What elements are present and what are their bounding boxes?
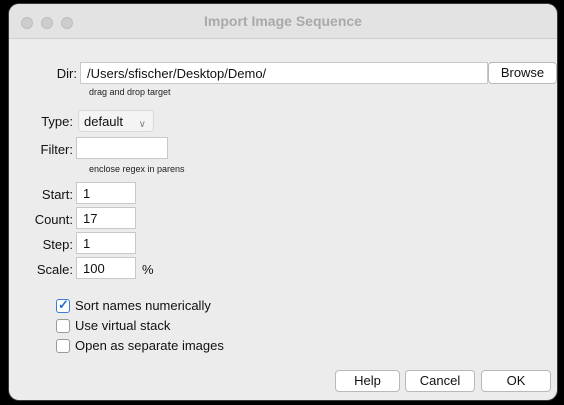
chevron-down-icon: ∨ [138, 119, 146, 130]
start-label: Start: [41, 187, 73, 202]
dir-field[interactable]: /Users/sfischer/Desktop/Demo/ [80, 62, 488, 84]
virtual-stack-checkbox[interactable] [56, 319, 70, 333]
type-select-value: default [84, 114, 124, 129]
ok-button[interactable]: OK [481, 370, 551, 392]
window-title: Import Image Sequence [204, 13, 362, 29]
filter-field[interactable] [76, 137, 168, 159]
count-label: Count: [34, 212, 73, 227]
filter-label: Filter: [40, 142, 74, 157]
start-field[interactable]: 1 [76, 182, 136, 204]
dir-hint: drag and drop target [89, 87, 171, 97]
scale-field[interactable]: 100 [76, 257, 136, 279]
sort-numerically-label: Sort names numerically [75, 298, 211, 313]
step-label: Step: [42, 237, 73, 252]
dir-label: Dir: [56, 66, 77, 81]
step-field[interactable]: 1 [76, 232, 136, 254]
help-button[interactable]: Help [335, 370, 400, 392]
count-field[interactable]: 17 [76, 207, 136, 229]
separate-images-label: Open as separate images [75, 338, 224, 353]
cancel-button[interactable]: Cancel [405, 370, 475, 392]
browse-button[interactable]: Browse [488, 62, 557, 84]
type-label: Type: [41, 114, 73, 129]
scale-label: Scale: [36, 262, 73, 277]
virtual-stack-label: Use virtual stack [75, 318, 171, 333]
filter-hint: enclose regex in parens [89, 164, 185, 174]
title-bar: Import Image Sequence [9, 4, 557, 39]
scale-unit: % [142, 262, 154, 277]
type-select[interactable]: default ∨ [78, 110, 154, 132]
sort-numerically-checkbox[interactable] [56, 297, 70, 313]
separate-images-checkbox[interactable] [56, 339, 70, 353]
import-image-sequence-dialog: Import Image Sequence Dir: /Users/sfisch… [9, 4, 557, 400]
